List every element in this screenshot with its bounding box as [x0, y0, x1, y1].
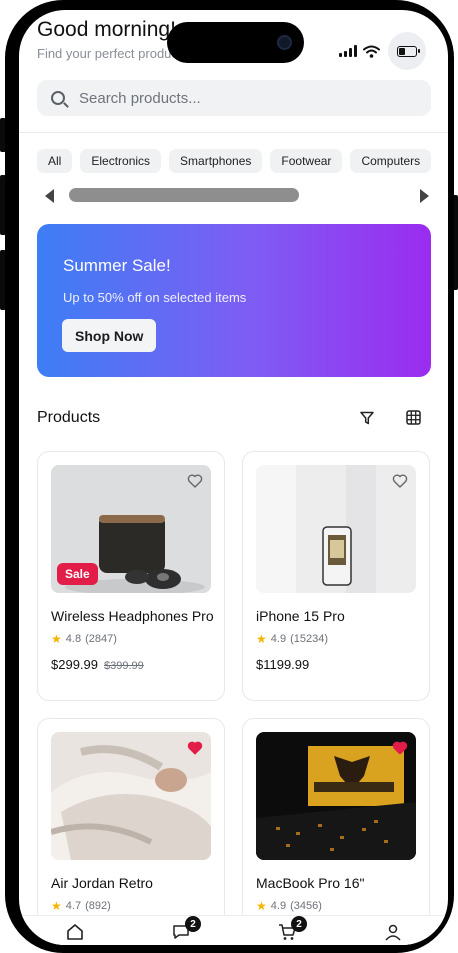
cart-badge: 2	[291, 916, 307, 932]
battery-icon	[397, 45, 420, 57]
category-chip-all[interactable]: All	[37, 149, 73, 173]
category-chip-computers[interactable]: Computers	[350, 149, 432, 173]
product-image: Sale	[51, 465, 211, 593]
review-count: (15234)	[290, 633, 328, 645]
rating-value: 4.8	[65, 633, 82, 645]
battery-button[interactable]	[388, 32, 426, 70]
category-chips: All Electronics Smartphones Footwear Com…	[37, 149, 432, 173]
review-count: (892)	[85, 900, 111, 912]
product-card[interactable]: iPhone 15 Pro ★ 4.9 (15234) $1199.99	[242, 451, 430, 701]
product-image	[256, 465, 416, 593]
sale-badge: Sale	[57, 563, 98, 585]
banner-subtitle: Up to 50% off on selected items	[63, 290, 247, 305]
camera-icon	[277, 35, 292, 50]
greeting-subtitle: Find your perfect products	[37, 46, 189, 61]
bottom-nav: 2 2	[19, 915, 448, 945]
product-card[interactable]: Sale Wireless Headphones Pro ★ 4.8 (2847…	[37, 451, 225, 701]
banner-title: Summer Sale!	[63, 256, 171, 275]
header-divider	[19, 132, 448, 133]
product-image	[51, 732, 211, 860]
category-scrollbar[interactable]	[39, 186, 431, 204]
price-current: $1199.99	[256, 657, 310, 672]
category-chip-footwear[interactable]: Footwear	[270, 149, 343, 173]
price-current: $299.99	[51, 657, 98, 672]
star-icon: ★	[51, 632, 62, 646]
status-bar	[339, 32, 426, 70]
category-chip-electronics[interactable]: Electronics	[80, 149, 162, 173]
rating-value: 4.7	[65, 900, 82, 912]
rating-value: 4.9	[270, 633, 287, 645]
product-rating: ★ 4.8 (2847)	[51, 632, 117, 646]
star-icon: ★	[256, 899, 267, 913]
dynamic-island	[167, 22, 304, 63]
product-price: $1199.99	[256, 657, 309, 672]
profile-icon[interactable]	[383, 922, 403, 942]
category-chip-smartphones[interactable]: Smartphones	[169, 149, 263, 173]
product-card[interactable]: Air Jordan Retro ★ 4.7 (892)	[37, 718, 225, 945]
phone-screen: Good morning! Find your perfect products…	[19, 10, 448, 945]
product-price: $299.99 $399.99	[51, 657, 144, 672]
filter-icon[interactable]	[360, 411, 374, 425]
signal-icon	[339, 45, 357, 57]
review-count: (2847)	[85, 633, 117, 645]
heart-filled-icon[interactable]	[187, 740, 203, 756]
search-input[interactable]	[79, 89, 379, 107]
search-bar[interactable]	[37, 80, 431, 116]
price-original: $399.99	[104, 660, 144, 672]
chat-nav-item[interactable]: 2	[171, 916, 201, 942]
heart-outline-icon[interactable]	[392, 473, 408, 489]
promo-banner: Summer Sale! Up to 50% off on selected i…	[37, 224, 431, 377]
shop-now-button[interactable]: Shop Now	[62, 319, 157, 352]
product-image	[256, 732, 416, 860]
grid-view-icon[interactable]	[406, 410, 421, 425]
review-count: (3456)	[290, 900, 322, 912]
star-icon: ★	[51, 899, 62, 913]
scroll-right-icon[interactable]	[420, 189, 429, 203]
product-card[interactable]: MacBook Pro 16" ★ 4.9 (3456)	[242, 718, 430, 945]
chat-badge: 2	[185, 916, 201, 932]
scroll-left-icon[interactable]	[45, 189, 54, 203]
star-icon: ★	[256, 632, 267, 646]
search-icon	[51, 91, 65, 105]
product-name: MacBook Pro 16"	[256, 875, 365, 891]
product-name: Wireless Headphones Pro	[51, 608, 214, 624]
products-title: Products	[37, 409, 101, 426]
heart-outline-icon[interactable]	[187, 473, 203, 489]
product-rating: ★ 4.9 (3456)	[256, 899, 322, 913]
product-rating: ★ 4.7 (892)	[51, 899, 111, 913]
heart-filled-icon[interactable]	[392, 740, 408, 756]
rating-value: 4.9	[270, 900, 287, 912]
cart-nav-item[interactable]: 2	[277, 916, 307, 942]
product-rating: ★ 4.9 (15234)	[256, 632, 328, 646]
product-name: Air Jordan Retro	[51, 875, 153, 891]
wifi-icon	[363, 45, 380, 58]
phone-frame: Good morning! Find your perfect products…	[5, 0, 454, 953]
product-name: iPhone 15 Pro	[256, 608, 345, 624]
home-icon[interactable]	[65, 922, 85, 942]
greeting-title: Good morning!	[37, 18, 176, 41]
scrollbar-thumb[interactable]	[69, 188, 299, 202]
